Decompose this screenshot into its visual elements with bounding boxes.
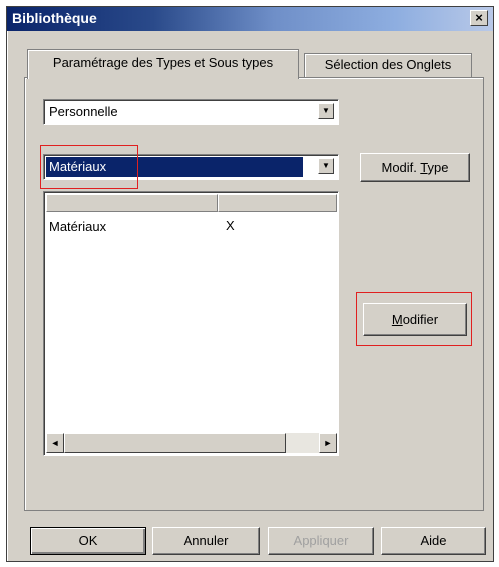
- cancel-button[interactable]: Annuler: [152, 527, 260, 555]
- tab-selection-onglets[interactable]: Sélection des Onglets: [304, 53, 472, 78]
- tab-parametrage-types[interactable]: Paramétrage des Types et Sous types: [27, 49, 299, 79]
- column-header-value[interactable]: [218, 194, 337, 212]
- annotation-highlight-box: [356, 292, 472, 346]
- column-header-name[interactable]: [46, 194, 218, 212]
- library-select-value: Personnelle: [49, 104, 118, 119]
- chevron-down-icon[interactable]: ▼: [318, 103, 334, 119]
- chevron-down-icon[interactable]: ▼: [318, 158, 334, 174]
- list-item-value[interactable]: X: [226, 218, 235, 233]
- window-title: Bibliothèque: [12, 10, 97, 26]
- apply-button[interactable]: Appliquer: [268, 527, 374, 555]
- scroll-left-icon[interactable]: ◄: [46, 433, 64, 453]
- modif-type-label-post: ype: [427, 160, 449, 175]
- list-item-name[interactable]: Matériaux: [49, 219, 106, 234]
- modif-type-button[interactable]: Modif. Type: [360, 153, 470, 182]
- modif-type-label-pre: Modif.: [381, 160, 421, 175]
- help-button[interactable]: Aide: [381, 527, 486, 555]
- scroll-right-icon[interactable]: ►: [319, 433, 337, 453]
- modif-type-label-accel: T: [420, 160, 428, 175]
- ok-button[interactable]: OK: [30, 527, 146, 555]
- annotation-highlight-box: [40, 145, 138, 189]
- close-icon[interactable]: ×: [470, 10, 488, 26]
- scrollbar-thumb[interactable]: [64, 433, 286, 453]
